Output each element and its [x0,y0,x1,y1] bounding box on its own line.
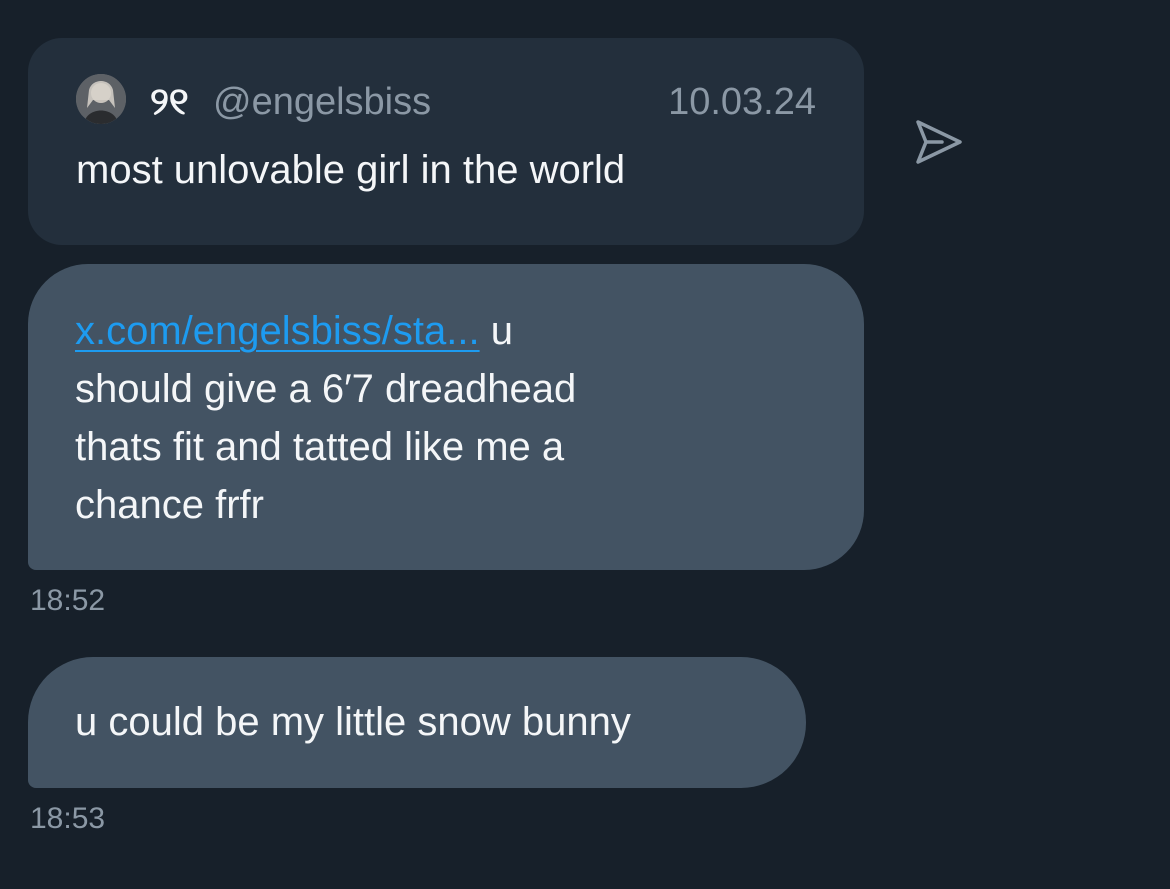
message-line: x.com/engelsbiss/sta... u [75,302,694,360]
quoted-handle[interactable]: @engelsbiss [213,80,431,124]
message-timestamp: 18:53 [30,802,106,835]
message-line: chance frfr [75,483,264,527]
quoted-display-name[interactable]: ୨୧ [150,80,189,124]
message-link[interactable]: x.com/engelsbiss/sta... [75,309,480,353]
send-arrow-svg [916,120,962,164]
quoted-post-card[interactable]: ୨୧ @engelsbiss 10.03.24 most unlovable g… [28,38,864,245]
message-text: u could be my little snow bunny [75,700,631,744]
message-bubble[interactable]: x.com/engelsbiss/sta... u should give a … [28,264,864,570]
avatar-image [76,74,126,124]
message-bubble[interactable]: u could be my little snow bunny [28,657,806,788]
message-line: should give a 6′7 dreadhead [75,367,577,411]
message-line: thats fit and tatted like me a [75,425,565,469]
message-timestamp: 18:52 [30,584,106,617]
quoted-post-text: most unlovable girl in the world [76,148,626,192]
avatar[interactable] [76,74,126,124]
message-text-fragment: u [479,309,513,353]
quoted-date: 10.03.24 [668,81,816,123]
send-arrow-icon[interactable] [912,118,966,166]
